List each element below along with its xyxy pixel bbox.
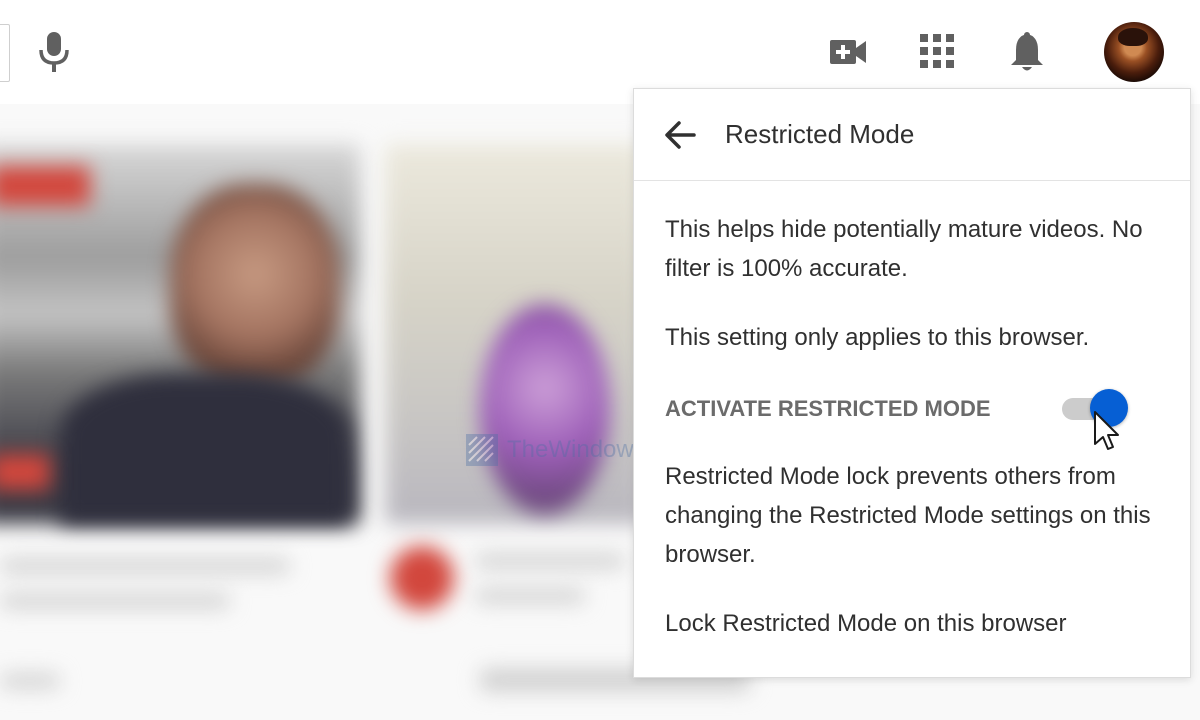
lock-info-text: Restricted Mode lock prevents others fro… [665,463,1151,568]
channel-avatar[interactable] [390,546,454,610]
lock-restricted-mode-link[interactable]: Lock Restricted Mode on this browser [665,604,1165,643]
panel-header: Restricted Mode [634,89,1190,181]
apps-grid-icon[interactable] [918,32,956,70]
avatar[interactable] [1104,22,1164,82]
thumbnail-decoration [480,304,610,514]
panel-title: Restricted Mode [725,119,915,149]
video-title-placeholder [0,559,290,573]
restricted-mode-panel: Restricted Mode This helps hide potentia… [633,88,1191,678]
search-input-edge[interactable] [0,24,10,82]
video-meta-placeholder [0,674,60,688]
restricted-mode-description: This helps hide potentially mature video… [665,216,1143,282]
back-arrow-icon[interactable] [662,117,698,153]
windows-club-logo-icon [466,434,498,466]
mic-icon[interactable] [36,30,72,74]
video-meta-placeholder [475,589,585,603]
video-title-placeholder [475,554,625,568]
thumbnail-decoration [0,454,50,490]
notifications-bell-icon[interactable] [1008,30,1046,74]
thumbnail-decoration [60,374,350,524]
video-camera-add-icon[interactable] [828,34,868,70]
thumbnail-decoration [170,184,340,384]
video-meta-placeholder [0,594,230,608]
thumbnail-decoration [0,166,90,206]
activate-restricted-mode-label: ACTIVATE RESTRICTED MODE [665,396,991,421]
browser-scope-note: This setting only applies to this browse… [665,324,1090,351]
mouse-cursor-icon [1094,411,1119,450]
